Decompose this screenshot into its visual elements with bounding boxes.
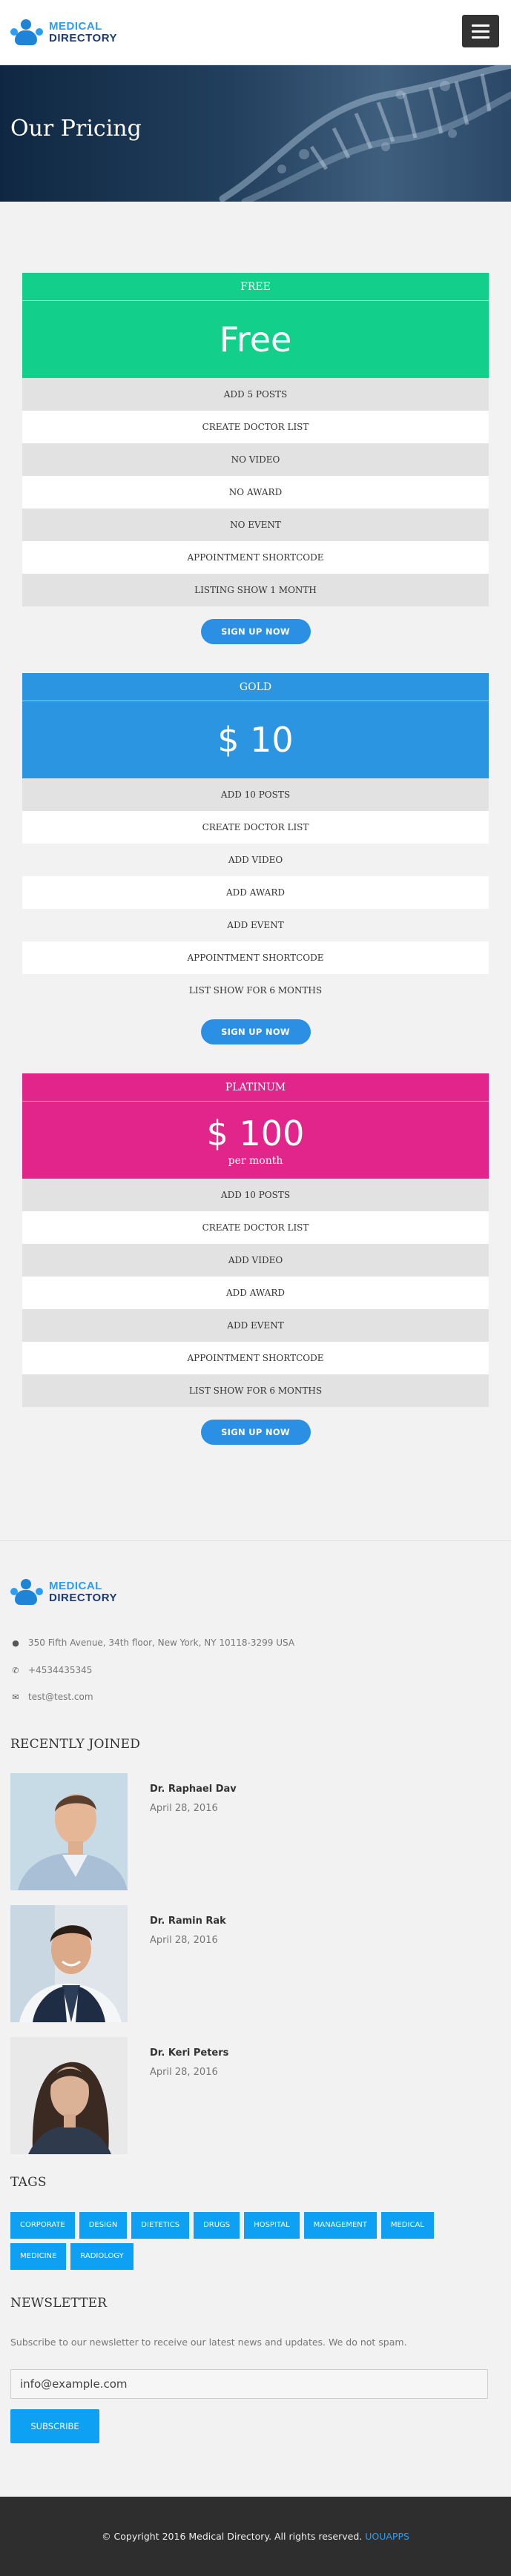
plan-price: Free <box>22 301 489 378</box>
tag-link[interactable]: DRUGS <box>194 2212 240 2239</box>
plan-header: PLATINUM $ 100 per month <box>22 1073 489 1179</box>
page-title: Our Pricing <box>10 116 142 142</box>
plan-feature: ADD AWARD <box>22 876 489 909</box>
doctor-card[interactable]: Dr. Keri Peters April 28, 2016 <box>10 2037 500 2156</box>
plan-feature: ADD VIDEO <box>22 1244 489 1277</box>
plan-name: FREE <box>22 273 489 301</box>
price-amount: $ 100 <box>206 1113 305 1153</box>
contact-phone: ✆ +4534435345 <box>10 1665 92 1675</box>
uouapps-link[interactable]: UOUAPPS <box>365 2531 409 2542</box>
plan-feature: ADD 10 POSTS <box>22 778 489 811</box>
recently-joined-title: RECENTLY JOINED <box>10 1737 141 1752</box>
plan-feature: LIST SHOW FOR 6 MONTHS <box>22 974 489 1007</box>
doctor-card[interactable]: Dr. Ramin Rak April 28, 2016 <box>10 1905 500 2024</box>
plan-feature: CREATE DOCTOR LIST <box>22 811 489 844</box>
contact-address: ● 350 Fifth Avenue, 34th floor, New York… <box>10 1638 294 1648</box>
plan-feature: CREATE DOCTOR LIST <box>22 411 489 443</box>
brand-line-2: DIRECTORY <box>49 32 118 44</box>
brand-line-2: DIRECTORY <box>49 1592 118 1604</box>
newsletter-email-input[interactable] <box>10 2369 488 2399</box>
doctor-name[interactable]: Dr. Keri Peters <box>150 2047 228 2059</box>
plan-price: $ 10 <box>22 701 489 778</box>
join-date: April 28, 2016 <box>150 2067 218 2078</box>
doctors-logo-icon <box>10 18 43 47</box>
join-date: April 28, 2016 <box>150 1803 218 1814</box>
plan-feature: APPOINTMENT SHORTCODE <box>22 941 489 974</box>
sign-up-button[interactable]: SIGN UP NOW <box>200 1420 311 1445</box>
brand-line-1: MEDICAL <box>49 1580 102 1592</box>
plan-feature: APPOINTMENT SHORTCODE <box>22 1342 489 1374</box>
page-hero: Our Pricing <box>0 65 511 202</box>
tag-link[interactable]: CORPORATE <box>10 2212 75 2239</box>
plan-feature: LISTING SHOW 1 MONTH <box>22 574 489 606</box>
contact-email[interactable]: ✉ test@test.com <box>10 1692 93 1702</box>
plan-feature: NO VIDEO <box>22 443 489 476</box>
map-marker-icon: ● <box>12 1638 19 1648</box>
pricing-plan-free: FREE Free ADD 5 POSTS CREATE DOCTOR LIST… <box>22 273 489 657</box>
plan-feature: NO EVENT <box>22 509 489 541</box>
pricing-plan-gold: GOLD $ 10 ADD 10 POSTS CREATE DOCTOR LIS… <box>22 673 489 1057</box>
tags-title: TAGS <box>10 2175 47 2190</box>
doctor-photo[interactable] <box>10 2037 128 2154</box>
footer-logo[interactable]: MEDICAL DIRECTORY <box>10 1577 117 1607</box>
plan-feature: LIST SHOW FOR 6 MONTHS <box>22 1374 489 1407</box>
plan-feature: CREATE DOCTOR LIST <box>22 1211 489 1244</box>
tag-link[interactable]: DIETETICS <box>131 2212 190 2239</box>
footer-divider <box>0 1540 511 1541</box>
plan-header: FREE Free <box>22 273 489 378</box>
doctors-logo-icon <box>10 1577 43 1607</box>
tag-link[interactable]: DESIGN <box>79 2212 128 2239</box>
plan-feature: ADD AWARD <box>22 1277 489 1309</box>
tag-link[interactable]: MANAGEMENT <box>303 2212 377 2239</box>
plan-feature: ADD EVENT <box>22 1309 489 1342</box>
plan-feature: ADD EVENT <box>22 909 489 941</box>
hamburger-menu-icon[interactable] <box>462 15 499 47</box>
doctor-name[interactable]: Dr. Raphael Dav <box>150 1784 237 1795</box>
sign-up-button[interactable]: SIGN UP NOW <box>200 1019 311 1044</box>
brand-line-1: MEDICAL <box>49 20 102 33</box>
plan-feature: ADD VIDEO <box>22 844 489 876</box>
plan-feature: ADD 5 POSTS <box>22 378 489 411</box>
plan-price: $ 100 per month <box>22 1102 489 1179</box>
phone-icon: ✆ <box>12 1665 19 1675</box>
plan-name: GOLD <box>22 673 489 701</box>
copyright-text: © Copyright 2016 Medical Directory. All … <box>102 2531 363 2542</box>
newsletter-title: NEWSLETTER <box>10 2296 108 2311</box>
plan-feature: ADD 10 POSTS <box>22 1179 489 1211</box>
price-period: per month <box>228 1155 283 1167</box>
sign-up-button[interactable]: SIGN UP NOW <box>200 619 311 644</box>
plan-feature: APPOINTMENT SHORTCODE <box>22 541 489 574</box>
tag-link[interactable]: RADIOLOGY <box>70 2243 133 2270</box>
plan-header: GOLD $ 10 <box>22 673 489 778</box>
newsletter-description: Subscribe to our newsletter to receive o… <box>10 2337 407 2348</box>
tag-link[interactable]: MEDICINE <box>10 2243 67 2270</box>
doctor-name[interactable]: Dr. Ramin Rak <box>150 1916 226 1927</box>
subscribe-button[interactable]: SUBSCRIBE <box>10 2409 99 2443</box>
envelope-icon: ✉ <box>12 1692 19 1702</box>
pricing-plan-platinum: PLATINUM $ 100 per month ADD 10 POSTS CR… <box>22 1073 489 1457</box>
doctor-photo[interactable] <box>10 1773 128 1890</box>
tag-link[interactable]: HOSPITAL <box>244 2212 300 2239</box>
join-date: April 28, 2016 <box>150 1935 218 1946</box>
copyright-bar: © Copyright 2016 Medical Directory. All … <box>0 2497 511 2576</box>
doctor-photo[interactable] <box>10 1905 128 2022</box>
doctor-card[interactable]: Dr. Raphael Dav April 28, 2016 <box>10 1773 500 1892</box>
price-amount: $ 10 <box>217 720 294 760</box>
site-header: MEDICAL DIRECTORY <box>0 0 511 65</box>
tag-cloud: CORPORATE DESIGN DIETETICS DRUGS HOSPITA… <box>10 2212 485 2270</box>
plan-name: PLATINUM <box>22 1073 489 1102</box>
price-amount: Free <box>219 319 292 360</box>
plan-feature: NO AWARD <box>22 476 489 509</box>
brand-logo[interactable]: MEDICAL DIRECTORY <box>10 18 117 47</box>
tag-link[interactable]: MEDICAL <box>380 2212 434 2239</box>
